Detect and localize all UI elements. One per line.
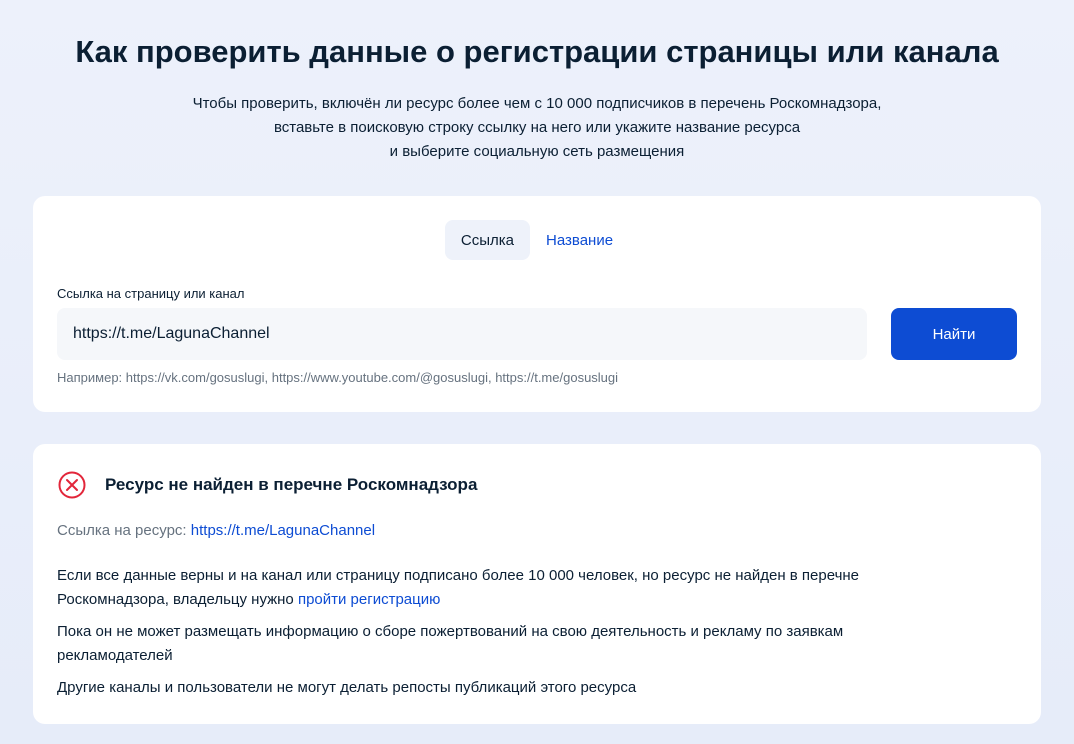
find-button[interactable]: Найти bbox=[891, 308, 1017, 360]
link-input[interactable] bbox=[57, 308, 867, 360]
restriction-paragraph: Пока он не может размещать информацию о … bbox=[57, 623, 844, 664]
resource-line: Ссылка на ресурс: https://t.me/LagunaCha… bbox=[57, 522, 375, 539]
error-circle-x-icon bbox=[57, 470, 87, 500]
search-card: Ссылка Название Ссылка на страницу или к… bbox=[33, 196, 1041, 412]
tab-link[interactable]: Ссылка bbox=[444, 220, 531, 260]
result-title: Ресурс не найден в перечне Роскомнадзора bbox=[105, 475, 478, 494]
resource-label: Ссылка на ресурс: bbox=[57, 522, 187, 539]
result-card: Ресурс не найден в перечне Роскомнадзора… bbox=[33, 444, 1041, 724]
register-link[interactable]: пройти регистрацию bbox=[298, 591, 440, 608]
page-subtitle: Чтобы проверить, включён ли ресурс более… bbox=[0, 92, 1074, 164]
subtitle-line-3: и выберите социальную сеть размещения bbox=[389, 143, 685, 160]
registration-text: Если все данные верны и на канал или стр… bbox=[57, 567, 860, 608]
link-field-label: Ссылка на страницу или канал bbox=[57, 286, 245, 301]
subtitle-line-2: вставьте в поисковую строку ссылку на не… bbox=[273, 119, 801, 136]
registration-paragraph: Если все данные верны и на канал или стр… bbox=[57, 564, 957, 612]
page-title: Как проверить данные о регистрации стран… bbox=[75, 34, 999, 69]
example-hint: Например: https://vk.com/gosuslugi, http… bbox=[57, 370, 619, 385]
resource-link[interactable]: https://t.me/LagunaChannel bbox=[191, 522, 375, 539]
search-mode-tabs: Ссылка Название bbox=[33, 220, 1041, 260]
result-header: Ресурс не найден в перечне Роскомнадзора bbox=[57, 470, 477, 500]
repost-paragraph: Другие каналы и пользователи не могут де… bbox=[57, 679, 637, 696]
tab-name[interactable]: Название bbox=[530, 220, 629, 260]
subtitle-line-1: Чтобы проверить, включён ли ресурс более… bbox=[192, 95, 882, 112]
